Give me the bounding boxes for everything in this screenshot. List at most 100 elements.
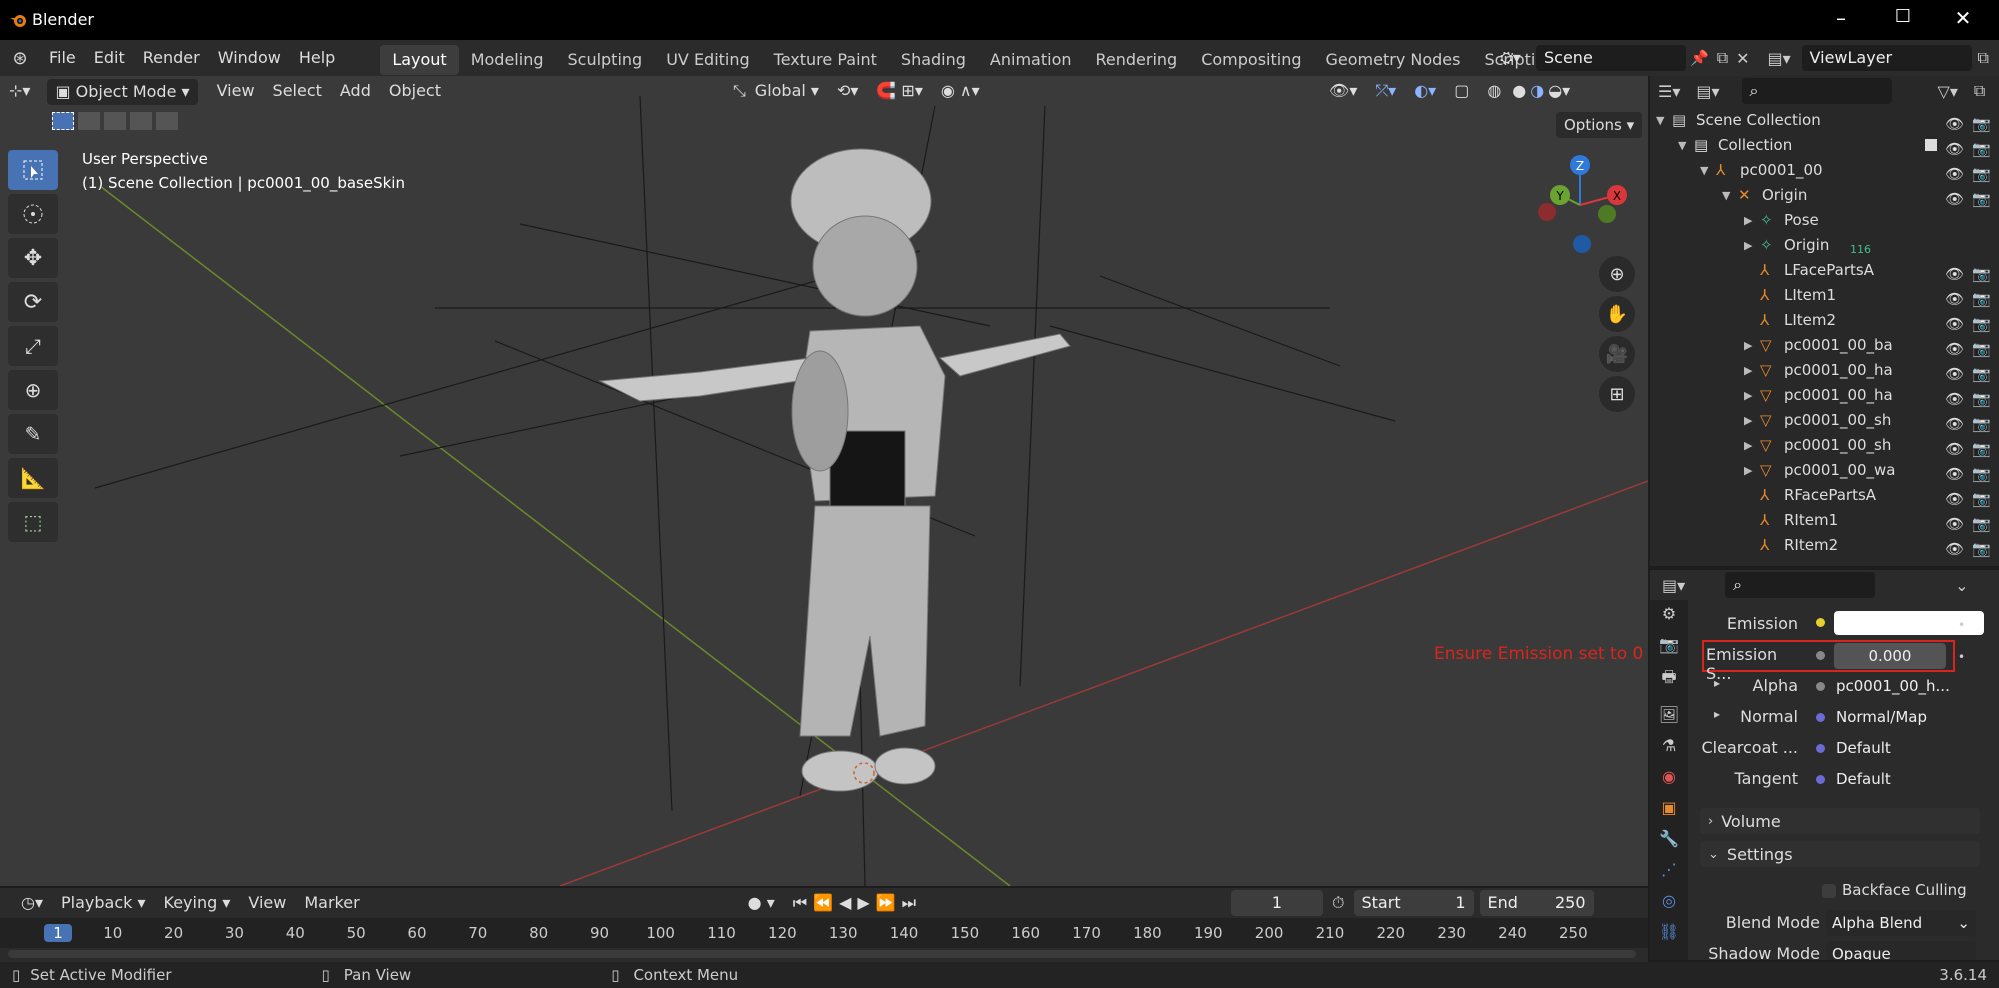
expand-arrow-icon[interactable]: ▶	[1744, 233, 1752, 258]
current-frame-field[interactable]: 1	[1231, 890, 1324, 916]
transform-orientation-icon[interactable]: ⤡	[724, 76, 755, 106]
proportional-edit-icon[interactable]: ◉ ∧▾	[932, 76, 989, 106]
playback-controls-icon[interactable]: ⏮⏪◀▶⏩⏭	[784, 888, 931, 918]
outliner-display-mode-icon[interactable]: ▤▾	[1696, 82, 1719, 101]
editor-type-icon[interactable]: ⊹▾	[0, 76, 39, 106]
cursor-tool-icon[interactable]	[8, 194, 58, 234]
filter-icon[interactable]: ▽▾	[1938, 82, 1958, 101]
tab-sculpting[interactable]: Sculpting	[555, 45, 654, 75]
annotate-tool-icon[interactable]: ✎	[8, 414, 58, 454]
expand-arrow-icon[interactable]: ▼	[1700, 158, 1708, 183]
blender-menu-icon[interactable]: ⊛	[0, 48, 40, 69]
viewport-menu-add[interactable]: Add	[331, 76, 380, 106]
start-frame-field[interactable]: Start 1	[1353, 890, 1474, 916]
tab-shading[interactable]: Shading	[889, 45, 978, 75]
normal-field[interactable]: Normal/Map	[1834, 704, 1946, 730]
pivot-icon[interactable]: ⟲▾	[828, 76, 867, 106]
camera-render-icon[interactable]: 📷	[1972, 537, 1991, 562]
physics-tab-icon[interactable]: ◎	[1662, 891, 1676, 910]
select-extend-icon[interactable]	[78, 112, 100, 130]
new-view-layer-icon[interactable]: ⧉	[1978, 48, 1989, 68]
properties-search-input[interactable]: ⌕	[1725, 572, 1876, 598]
tab-uv-editing[interactable]: UV Editing	[654, 45, 761, 75]
expand-arrow-icon[interactable]: ▶	[1744, 408, 1752, 433]
end-frame-field[interactable]: End 250	[1479, 890, 1594, 916]
world-tab-icon[interactable]: ◉	[1662, 767, 1676, 786]
move-tool-icon[interactable]: ✥	[8, 238, 58, 278]
expand-arrow-icon[interactable]: ▶	[1744, 358, 1752, 383]
render-tab-icon[interactable]: 📷	[1659, 635, 1679, 654]
shading-solid-icon[interactable]: ●	[1510, 76, 1528, 106]
menu-file[interactable]: File	[40, 40, 85, 76]
expand-arrow-icon[interactable]: ▶	[1744, 433, 1752, 458]
tangent-field[interactable]: Default	[1834, 766, 1946, 792]
scene-name-field[interactable]: Scene	[1536, 45, 1686, 71]
settings-panel-header[interactable]: ⌄ Settings	[1700, 841, 1980, 867]
emission-strength-keyframe-icon[interactable]: •	[1958, 650, 1965, 664]
outliner-row[interactable]: ▶ ▽ pc0001_00_ha 👁 📷	[1650, 383, 1999, 408]
menu-window[interactable]: Window	[209, 40, 290, 76]
rotate-tool-icon[interactable]: ⟳	[8, 282, 58, 322]
tab-rendering[interactable]: Rendering	[1084, 45, 1190, 75]
tab-compositing[interactable]: Compositing	[1189, 45, 1313, 75]
expand-arrow-icon[interactable]: ▼	[1656, 108, 1664, 133]
snap-icon[interactable]: 🧲 ⊞▾	[867, 76, 931, 106]
blend-mode-dropdown[interactable]: Alpha Blend ⌄	[1826, 910, 1976, 936]
3d-viewport[interactable]	[0, 76, 1648, 886]
scene-tab-icon[interactable]: ⚗	[1662, 736, 1676, 755]
perspective-grid-icon[interactable]: ⊞	[1599, 376, 1635, 412]
emission-strength-field[interactable]: 0.000	[1834, 643, 1946, 669]
shading-wireframe-icon[interactable]: ◍	[1478, 76, 1510, 106]
timeline-menu-marker[interactable]: Marker	[295, 888, 368, 918]
navigation-gizmo[interactable]: Z Y X	[1530, 150, 1630, 260]
view-layer-icon[interactable]: ▤▾	[1768, 49, 1802, 68]
tab-animation[interactable]: Animation	[978, 45, 1084, 75]
viewport-menu-object[interactable]: Object	[380, 76, 450, 106]
volume-panel-header[interactable]: › Volume	[1700, 808, 1980, 834]
constraints-tab-icon[interactable]: ⛓	[1659, 922, 1679, 941]
outliner-row[interactable]: ⅄ LItem1 👁 📷	[1650, 283, 1999, 308]
camera-icon[interactable]: 🎥	[1599, 336, 1635, 372]
preview-range-icon[interactable]: ⏱	[1323, 888, 1353, 918]
object-tab-icon[interactable]: ▣	[1661, 798, 1676, 817]
select-intersect-icon[interactable]	[156, 112, 178, 130]
exclude-checkbox[interactable]	[1925, 139, 1938, 151]
outliner-row[interactable]: ⅄ LFacePartsA 👁 📷	[1650, 258, 1999, 283]
outliner-row[interactable]: ▼ ▤ Collection 👁 📷	[1650, 133, 1999, 158]
select-box-tool-icon[interactable]	[8, 150, 58, 190]
close-icon[interactable]: ✕	[1948, 6, 1978, 30]
view-layer-field[interactable]: ViewLayer	[1801, 45, 1972, 71]
modifier-tab-icon[interactable]: 🔧	[1659, 829, 1679, 848]
timeline-editor-type-icon[interactable]: ◷▾	[12, 888, 52, 918]
properties-editor-type-icon[interactable]: ▤▾	[1662, 576, 1685, 595]
emission-keyframe-icon[interactable]: •	[1958, 618, 1965, 632]
outliner-row[interactable]: ▶ ▽ pc0001_00_sh 👁 📷	[1650, 433, 1999, 458]
delete-scene-icon[interactable]: ✕	[1736, 49, 1749, 68]
eye-icon[interactable]: 👁	[1945, 537, 1964, 562]
tab-layout[interactable]: Layout	[380, 44, 459, 75]
minimize-icon[interactable]: –	[1826, 6, 1856, 30]
output-tab-icon[interactable]: 🖶	[1661, 666, 1676, 693]
options-dropdown[interactable]: Options ▾	[1556, 112, 1643, 138]
outliner-search-input[interactable]: ⌕	[1741, 78, 1892, 104]
add-cube-tool-icon[interactable]: ⬚	[8, 502, 58, 542]
expand-arrow-icon[interactable]: ▼	[1678, 133, 1686, 158]
transform-orientation-dropdown[interactable]: Global ▾	[755, 76, 828, 106]
transform-tool-icon[interactable]: ⊕	[8, 370, 58, 410]
outliner-row[interactable]: ⅄ RItem1 👁 📷	[1650, 508, 1999, 533]
clearcoat-field[interactable]: Default	[1834, 735, 1946, 761]
menu-render[interactable]: Render	[134, 40, 209, 76]
backface-culling-checkbox[interactable]	[1822, 884, 1836, 898]
new-scene-icon[interactable]: ⧉	[1717, 48, 1728, 68]
mode-dropdown[interactable]: ▣ Object Mode ▾	[47, 79, 198, 105]
playhead-frame[interactable]: 1	[44, 924, 72, 942]
expand-arrow-icon[interactable]: ▼	[1722, 183, 1730, 208]
expand-arrow-icon[interactable]: ▶	[1744, 458, 1752, 483]
select-invert-icon[interactable]	[130, 112, 152, 130]
properties-options-icon[interactable]: ⌄	[1955, 576, 1968, 595]
expand-arrow-icon[interactable]: ▶	[1744, 383, 1752, 408]
xray-icon[interactable]: ▢	[1445, 76, 1478, 106]
visibility-icon[interactable]: 👁▾	[1320, 76, 1366, 106]
outliner-row[interactable]: ⅄ LItem2 👁 📷	[1650, 308, 1999, 333]
expand-arrow-icon[interactable]: ▶	[1744, 208, 1752, 233]
